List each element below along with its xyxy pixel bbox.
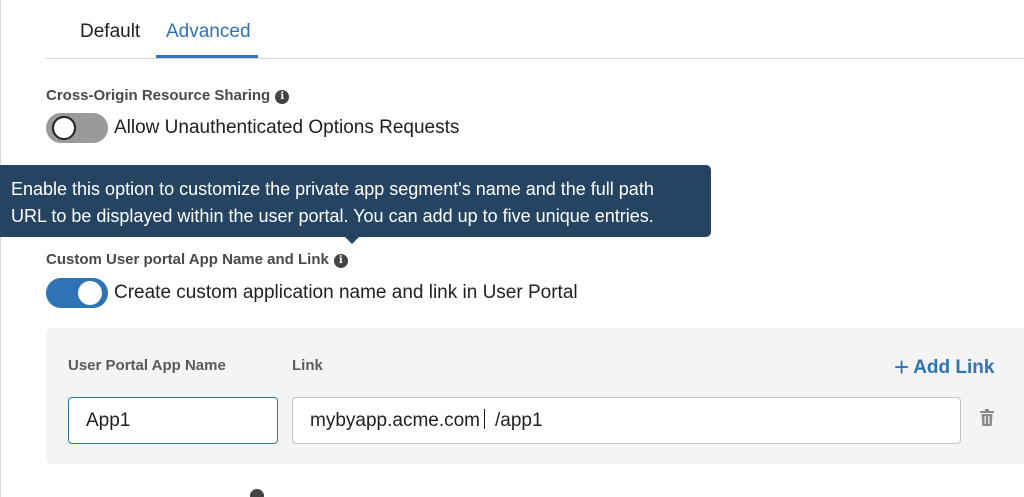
tooltip-line-1: Enable this option to customize the priv… [11, 179, 654, 199]
custom-portal-toggle-label: Create custom application name and link … [114, 282, 578, 303]
link-input[interactable]: mybyapp.acme.com/app1 [292, 397, 961, 444]
info-icon[interactable]: i [275, 90, 290, 104]
column-header-link: Link [292, 357, 323, 374]
tooltip-arrow [345, 237, 359, 244]
column-header-app-name: User Portal App Name [68, 357, 226, 374]
info-icon [250, 489, 264, 497]
custom-portal-section-label: Custom User portal App Name and Link i [46, 251, 348, 268]
left-border [0, 0, 1, 497]
link-path[interactable]: /app1 [495, 410, 543, 431]
toggle-knob [52, 116, 76, 140]
tab-advanced[interactable]: Advanced [166, 18, 251, 46]
cors-toggle-row: Allow Unauthenticated Options Requests [46, 113, 459, 143]
tab-default[interactable]: Default [80, 18, 140, 46]
toggle-knob [78, 281, 102, 305]
add-link-button[interactable]: + Add Link [894, 352, 994, 383]
trash-icon[interactable] [979, 409, 995, 427]
info-icon[interactable]: i [333, 254, 348, 268]
cors-label-text: Cross-Origin Resource Sharing [46, 87, 271, 104]
info-tooltip: Enable this option to customize the priv… [0, 165, 711, 237]
plus-icon: + [894, 352, 910, 382]
custom-portal-label-text: Custom User portal App Name and Link [46, 251, 329, 268]
tooltip-line-2: URL to be displayed within the user port… [11, 206, 654, 226]
custom-portal-toggle-row: Create custom application name and link … [46, 278, 578, 308]
app-name-input[interactable]: App1 [68, 397, 278, 444]
add-link-label: Add Link [913, 357, 995, 378]
cors-toggle[interactable] [46, 113, 108, 143]
link-divider [484, 409, 486, 429]
cors-toggle-label: Allow Unauthenticated Options Requests [114, 117, 460, 138]
cors-section-label: Cross-Origin Resource Sharing i [46, 87, 290, 104]
custom-portal-toggle[interactable] [46, 278, 108, 308]
active-tab-indicator [156, 55, 258, 58]
tab-bar: Default Advanced [46, 0, 1024, 59]
custom-links-panel: User Portal App Name Link + Add Link App1… [46, 328, 1024, 464]
link-domain: mybyapp.acme.com [310, 410, 481, 431]
